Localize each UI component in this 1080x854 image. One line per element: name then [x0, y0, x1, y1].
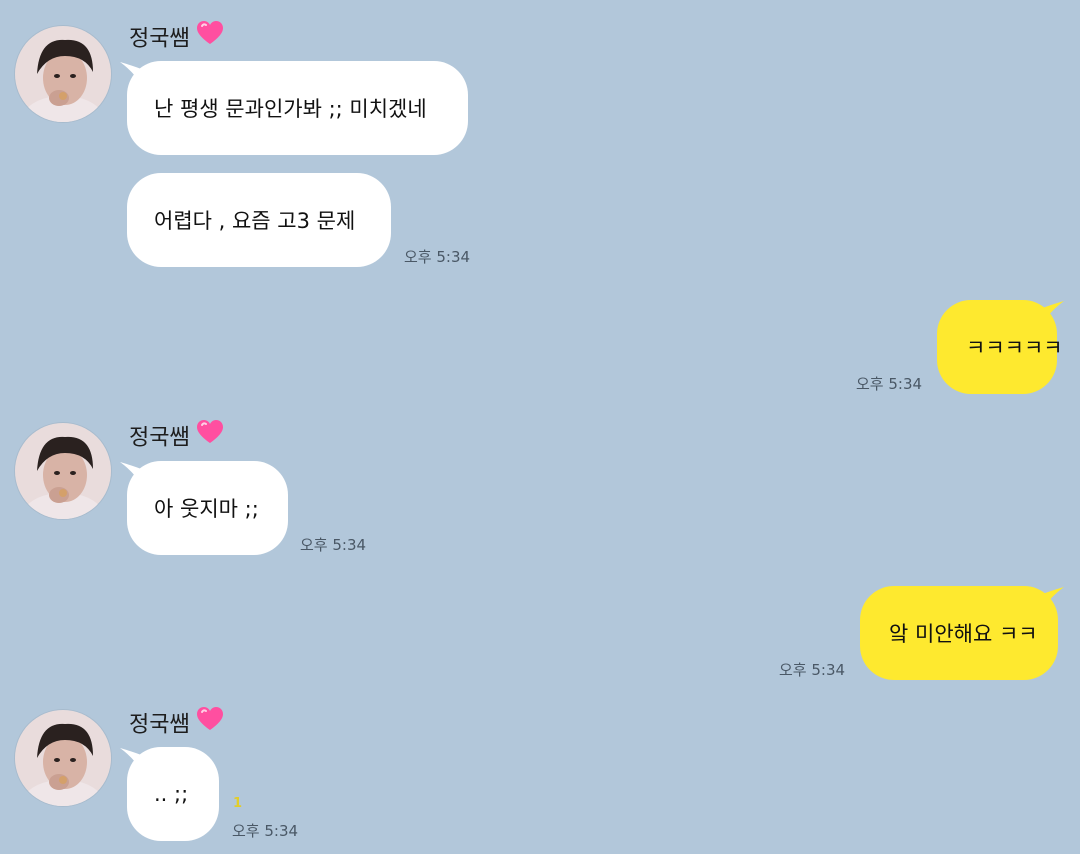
incoming-message-bubble[interactable]: 아 웃지마 ;;	[127, 461, 288, 555]
message-text: 앜 미안해요 ㅋㅋ	[889, 622, 1038, 646]
unread-count: 1	[233, 796, 243, 811]
message-timestamp: 오후 5:34	[300, 536, 367, 554]
sender-name-text: 정국쌤	[129, 425, 190, 451]
message-text: 아 웃지마 ;;	[154, 497, 259, 521]
message-text: 어렵다 , 요즘 고3 문제	[154, 209, 356, 233]
message-text: .. ;;	[154, 782, 189, 806]
sender-name-text: 정국쌤	[129, 712, 190, 738]
outgoing-message-bubble[interactable]: ㅋㅋㅋㅋㅋ	[937, 300, 1063, 394]
message-timestamp: 오후 5:34	[232, 822, 299, 840]
avatar-photo	[15, 423, 111, 519]
sender-name: 정국쌤	[129, 420, 224, 454]
pink-heart-icon	[196, 419, 224, 454]
sender-avatar[interactable]	[15, 710, 111, 806]
sender-avatar[interactable]	[15, 423, 111, 519]
avatar-photo	[15, 26, 111, 122]
incoming-message-bubble[interactable]: .. ;;	[127, 747, 219, 841]
sender-avatar[interactable]	[15, 26, 111, 122]
message-text: 난 평생 문과인가봐 ;; 미치겠네	[154, 97, 427, 121]
sender-name-text: 정국쌤	[129, 26, 190, 52]
message-text: ㅋㅋㅋㅋㅋ	[966, 336, 1063, 360]
message-timestamp: 오후 5:34	[404, 248, 471, 266]
pink-heart-icon	[196, 706, 224, 741]
sender-name: 정국쌤	[129, 707, 224, 741]
sender-name: 정국쌤	[129, 21, 224, 55]
message-timestamp: 오후 5:34	[856, 375, 923, 393]
incoming-message-bubble[interactable]: 어렵다 , 요즘 고3 문제	[127, 173, 391, 267]
incoming-message-bubble[interactable]: 난 평생 문과인가봐 ;; 미치겠네	[127, 61, 468, 155]
avatar-photo	[15, 710, 111, 806]
outgoing-message-bubble[interactable]: 앜 미안해요 ㅋㅋ	[860, 586, 1058, 680]
pink-heart-icon	[196, 20, 224, 55]
bubble-tail	[1040, 301, 1064, 327]
bubble-tail	[1040, 587, 1064, 613]
message-timestamp: 오후 5:34	[779, 661, 846, 679]
